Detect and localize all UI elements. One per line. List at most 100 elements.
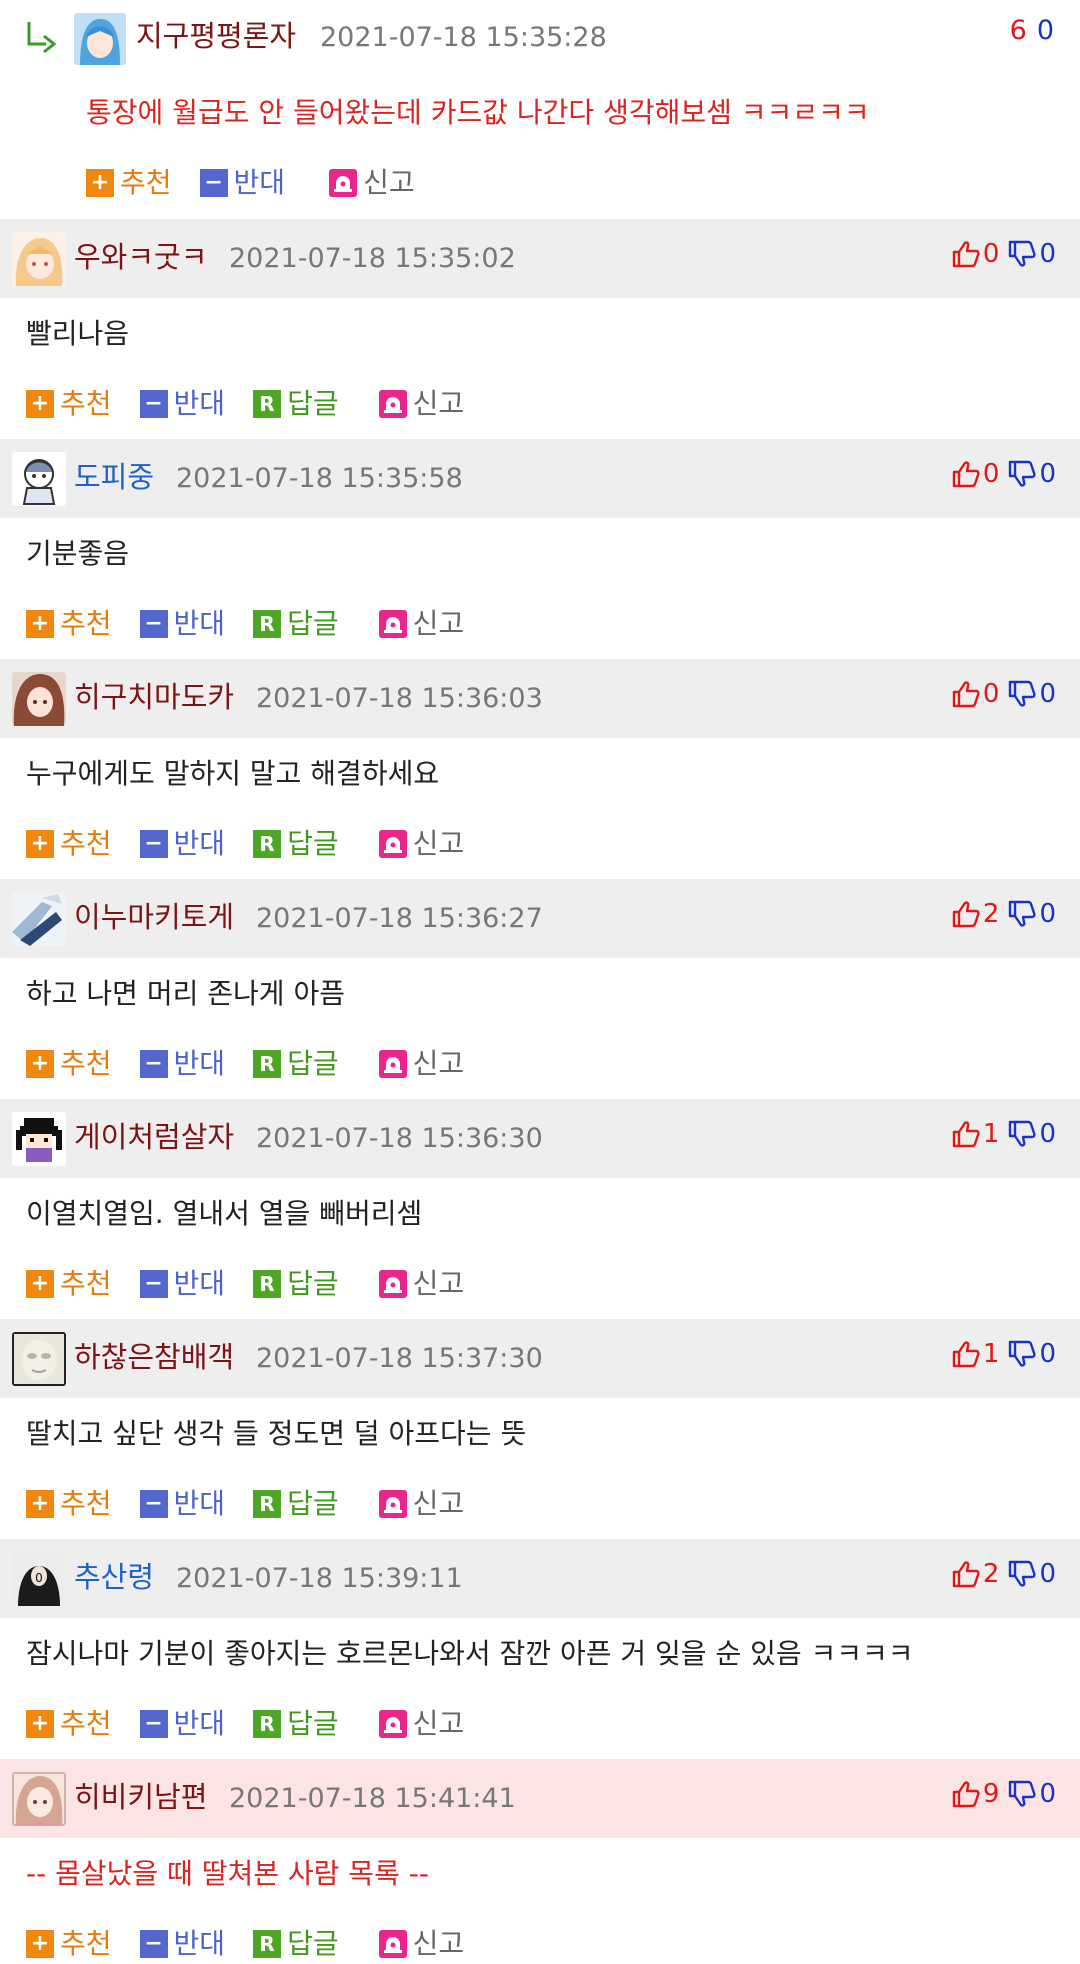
- comment-author[interactable]: 추산령: [74, 1559, 154, 1595]
- thumbs-down-icon[interactable]: [1007, 1779, 1037, 1809]
- thumbs-up-icon[interactable]: [951, 1559, 981, 1589]
- minus-icon: −: [139, 1710, 168, 1738]
- oppose-button[interactable]: − 반대: [199, 165, 285, 201]
- report-button[interactable]: 신고: [378, 1926, 464, 1962]
- oppose-button[interactable]: − 반대: [139, 1046, 225, 1082]
- recommend-button[interactable]: + 추천: [26, 1266, 112, 1302]
- comment-author[interactable]: 히구치마도카: [74, 679, 234, 715]
- thumbs-up-icon[interactable]: [951, 459, 981, 489]
- avatar[interactable]: [12, 672, 66, 726]
- oppose-button[interactable]: − 반대: [139, 1706, 225, 1742]
- comment-item: 하찮은참배객 2021-07-18 15:37:30 1 0 딸치고 싶단 생각…: [0, 1319, 1080, 1539]
- recommend-button[interactable]: + 추천: [26, 1046, 112, 1082]
- thumbs-up-icon[interactable]: [951, 1339, 981, 1369]
- oppose-button[interactable]: − 반대: [139, 1926, 225, 1962]
- comment-author[interactable]: 우와ㅋ굿ㅋ: [74, 239, 207, 275]
- thumbs-down-icon[interactable]: [1007, 239, 1037, 269]
- reply-button[interactable]: R 답글: [253, 1486, 339, 1522]
- vote-counts: 2 0: [951, 1556, 1056, 1592]
- report-button[interactable]: 신고: [378, 386, 464, 422]
- reply-button[interactable]: R 답글: [253, 826, 339, 862]
- recommend-button[interactable]: + 추천: [86, 165, 172, 201]
- comment-actions: + 추천 − 반대 R 답글 신고: [26, 1484, 464, 1524]
- recommend-button[interactable]: + 추천: [26, 1926, 112, 1962]
- thumbs-up-icon[interactable]: [951, 1779, 981, 1809]
- thumbs-up-icon[interactable]: [951, 1119, 981, 1149]
- thumbs-down-icon[interactable]: [1007, 899, 1037, 929]
- report-button[interactable]: 신고: [378, 1706, 464, 1742]
- reply-r-icon: R: [253, 610, 282, 638]
- vote-counts: 0 0: [951, 676, 1056, 712]
- reply-button[interactable]: R 답글: [253, 606, 339, 642]
- comment-author[interactable]: 하찮은참배객: [74, 1339, 234, 1375]
- comment-time: 2021-07-18 15:37:30: [256, 1343, 543, 1374]
- comment-actions: + 추천 − 반대 R 답글 신고: [26, 1044, 464, 1084]
- thumbs-up-icon[interactable]: [951, 899, 981, 929]
- comment-body: 통장에 월급도 안 들어왔는데 카드값 나간다 생각해보셈 ㅋㅋㄹㅋㅋ: [86, 96, 870, 129]
- recommend-label: 추천: [60, 1487, 112, 1520]
- reply-r-icon: R: [253, 1930, 282, 1958]
- reply-button[interactable]: R 답글: [253, 1926, 339, 1962]
- recommend-label: 추천: [60, 387, 112, 420]
- avatar[interactable]: [12, 452, 66, 506]
- vote-counts: 2 0: [951, 896, 1056, 932]
- report-button[interactable]: 신고: [378, 826, 464, 862]
- thumbs-down-icon[interactable]: [1007, 459, 1037, 489]
- recommend-label: 추천: [60, 1047, 112, 1080]
- report-button[interactable]: 신고: [378, 1046, 464, 1082]
- reply-button[interactable]: R 답글: [253, 1046, 339, 1082]
- siren-icon: [378, 390, 407, 418]
- vote-score: 60: [1010, 14, 1054, 48]
- comment-time: 2021-07-18 15:39:11: [176, 1563, 463, 1594]
- comment-author[interactable]: 지구평평론자: [136, 18, 296, 54]
- oppose-button[interactable]: − 반대: [139, 606, 225, 642]
- comment-author[interactable]: 이누마키토게: [74, 899, 234, 935]
- comment-author[interactable]: 게이처럼살자: [74, 1119, 234, 1155]
- siren-icon: [378, 830, 407, 858]
- upvote-count: 1: [982, 1119, 1000, 1149]
- plus-icon: +: [26, 1490, 54, 1518]
- oppose-button[interactable]: − 반대: [139, 1266, 226, 1302]
- reply-r-icon: R: [253, 830, 282, 858]
- report-button[interactable]: 신고: [378, 1266, 464, 1302]
- avatar[interactable]: [74, 13, 126, 65]
- comment-item: 우와ㅋ굿ㅋ 2021-07-18 15:35:02 0 0 빨리나음 + 추천 −…: [0, 219, 1080, 439]
- reply-label: 답글: [287, 607, 339, 640]
- recommend-button[interactable]: + 추천: [26, 606, 112, 642]
- minus-icon: −: [139, 1490, 168, 1518]
- thumbs-up-icon[interactable]: [951, 679, 981, 709]
- reply-comment: 지구평평론자 2021-07-18 15:35:28 60 통장에 월급도 안 …: [0, 0, 1080, 219]
- oppose-button[interactable]: − 반대: [139, 826, 225, 862]
- thumbs-down-icon[interactable]: [1007, 1559, 1037, 1589]
- recommend-button[interactable]: + 추천: [26, 1486, 112, 1522]
- comment-header: 하찮은참배객 2021-07-18 15:37:30 1 0: [0, 1319, 1080, 1398]
- reply-label: 답글: [287, 387, 339, 420]
- downvote-count: 0: [1039, 1339, 1056, 1369]
- recommend-button[interactable]: + 추천: [26, 386, 112, 422]
- comment-body: 빨리나음: [26, 317, 130, 350]
- oppose-button[interactable]: − 반대: [139, 386, 225, 422]
- reply-button[interactable]: R 답글: [253, 1706, 339, 1742]
- thumbs-down-icon[interactable]: [1007, 1339, 1037, 1369]
- thumbs-down-icon[interactable]: [1007, 679, 1037, 709]
- avatar[interactable]: [12, 1332, 66, 1386]
- comment-author[interactable]: 도피중: [74, 459, 154, 495]
- reply-button[interactable]: R 답글: [253, 386, 339, 422]
- reply-button[interactable]: R 답글: [253, 1266, 339, 1302]
- report-button[interactable]: 신고: [378, 1486, 464, 1522]
- thumbs-up-icon[interactable]: [951, 239, 981, 269]
- comment-author[interactable]: 히비키남편: [74, 1779, 207, 1815]
- downvote-count: 0: [1039, 459, 1056, 489]
- recommend-button[interactable]: + 추천: [26, 1706, 112, 1742]
- oppose-button[interactable]: − 반대: [139, 1486, 225, 1522]
- recommend-button[interactable]: + 추천: [26, 826, 112, 862]
- avatar[interactable]: [12, 1112, 66, 1166]
- avatar[interactable]: [12, 892, 66, 946]
- report-button[interactable]: 신고: [329, 165, 415, 201]
- oppose-label: 반대: [173, 1267, 226, 1300]
- avatar[interactable]: 0: [12, 1552, 66, 1606]
- thumbs-down-icon[interactable]: [1007, 1119, 1037, 1149]
- avatar[interactable]: [12, 1772, 66, 1826]
- report-button[interactable]: 신고: [378, 606, 464, 642]
- avatar[interactable]: [12, 232, 66, 286]
